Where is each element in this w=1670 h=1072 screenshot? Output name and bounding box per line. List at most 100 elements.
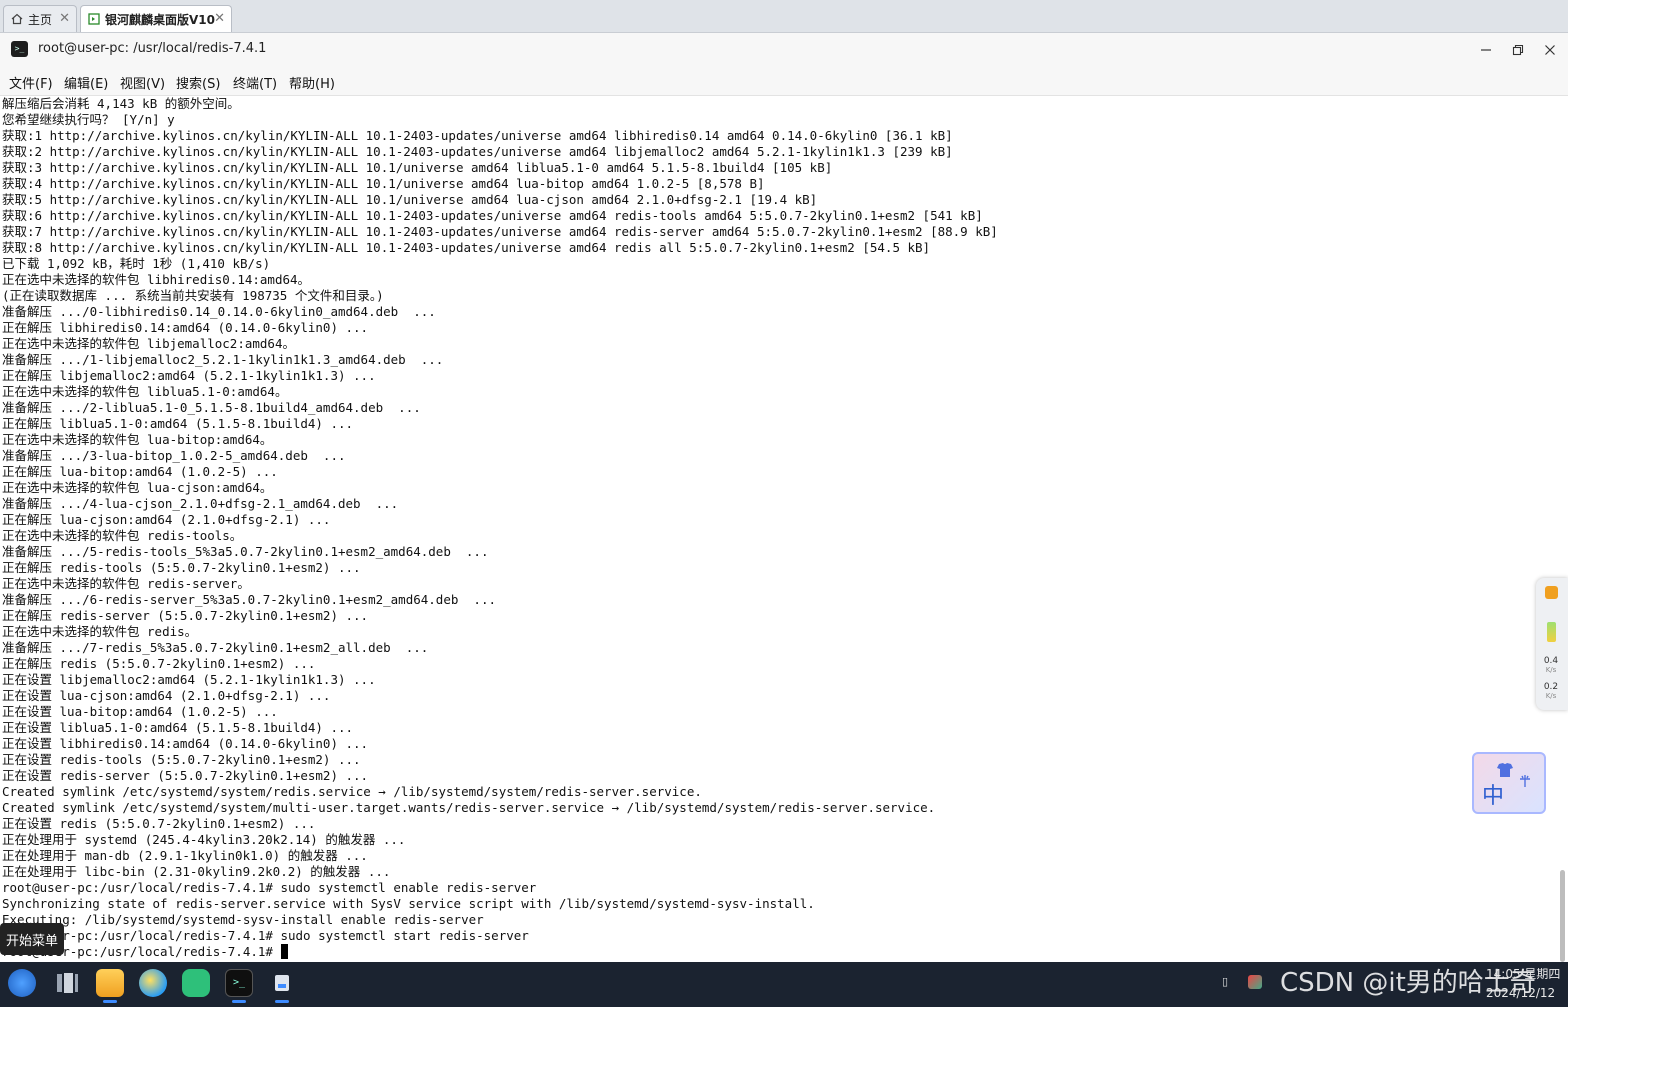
terminal-line: 获取:5 http://archive.kylinos.cn/kylin/KYL…	[2, 192, 818, 207]
home-icon	[10, 12, 24, 26]
skin-icon	[1497, 763, 1513, 777]
text-cursor	[281, 944, 289, 959]
terminal-line: 正在处理用于 libc-bin (2.31-0kylin9.2k0.2) 的触发…	[2, 864, 391, 879]
terminal-line: 正在设置 redis-tools (5:5.0.7-2kylin0.1+esm2…	[2, 752, 361, 767]
window-titlebar: >_ root@user-pc: /usr/local/redis-7.4.1	[0, 33, 1568, 67]
terminal-line: 准备解压 .../7-redis_5%3a5.0.7-2kylin0.1+esm…	[2, 640, 429, 655]
start-menu-tooltip: 开始菜单	[0, 923, 64, 955]
running-indicator	[103, 1000, 117, 1003]
window-title: root@user-pc: /usr/local/redis-7.4.1	[38, 41, 267, 56]
maximize-button[interactable]	[1506, 39, 1530, 61]
terminal-line: 正在处理用于 systemd (245.4-4kylin3.20k2.14) 的…	[2, 832, 406, 847]
monitor-icon	[275, 975, 289, 991]
tab-bar: 主页 ✕ 银河麒麟桌面版V10 ✕	[0, 0, 1568, 33]
terminal-line: 正在解压 redis-server (5:5.0.7-2kylin0.1+esm…	[2, 608, 369, 623]
tab-home[interactable]: 主页 ✕	[3, 5, 77, 32]
terminal-tab-icon	[87, 12, 101, 26]
menu-terminal[interactable]: 终端(T)	[233, 73, 277, 92]
terminal-line: 获取:7 http://archive.kylinos.cn/kylin/KYL…	[2, 224, 998, 239]
terminal-scrollbar[interactable]	[1560, 870, 1565, 962]
terminal-line: 正在选中未选择的软件包 libhiredis0.14:amd64。	[2, 272, 311, 287]
menu-bar: 文件(F) 编辑(E) 视图(V) 搜索(S) 终端(T) 帮助(H)	[0, 67, 1568, 96]
terminal-line: Synchronizing state of redis-server.serv…	[2, 896, 815, 911]
terminal-line: 获取:3 http://archive.kylinos.cn/kylin/KYL…	[2, 160, 833, 175]
terminal-line: 正在解压 libjemalloc2:amd64 (5.2.1-1kylin1k1…	[2, 368, 376, 383]
terminal-line: 正在选中未选择的软件包 liblua5.1-0:amd64。	[2, 384, 288, 399]
terminal-line: 准备解压 .../5-redis-tools_5%3a5.0.7-2kylin0…	[2, 544, 489, 559]
terminal-line: 正在解压 liblua5.1-0:amd64 (5.1.5-8.1build4)…	[2, 416, 354, 431]
terminal-line: 获取:6 http://archive.kylinos.cn/kylin/KYL…	[2, 208, 983, 223]
terminal-line: 正在选中未选择的软件包 lua-bitop:amd64。	[2, 432, 273, 447]
close-icon	[1545, 45, 1555, 55]
clock-time[interactable]: 14:05 星期四	[1486, 966, 1560, 982]
terminal-line: root@user-pc:/usr/local/redis-7.4.1#	[2, 944, 1558, 960]
system-monitor-button[interactable]	[268, 969, 296, 997]
menu-view[interactable]: 视图(V)	[120, 73, 165, 92]
start-menu-button[interactable]	[8, 969, 36, 997]
terminal-line: 正在选中未选择的软件包 redis-server。	[2, 576, 250, 591]
menu-file[interactable]: 文件(F)	[9, 73, 53, 92]
terminal-line: 准备解压 .../3-lua-bitop_1.0.2-5_amd64.deb .…	[2, 448, 346, 463]
browser-button[interactable]	[139, 969, 167, 997]
terminal-app-button[interactable]: >_	[225, 969, 253, 997]
menu-help[interactable]: 帮助(H)	[289, 73, 335, 92]
ime-mode-label: 中	[1482, 784, 1505, 809]
terminal-line: 正在设置 redis-server (5:5.0.7-2kylin0.1+esm…	[2, 768, 369, 783]
running-indicator	[232, 1000, 246, 1003]
multitask-view-button[interactable]	[53, 969, 81, 997]
terminal-line: root@user-pc:/usr/local/redis-7.4.1# sud…	[2, 880, 537, 895]
clipboard-icon[interactable]: ▯	[1218, 975, 1232, 989]
terminal-line: 已下载 1,092 kB，耗时 1秒 (1,410 kB/s)	[2, 256, 271, 271]
tab-kylin-label: 银河麒麟桌面版V10	[105, 12, 215, 27]
close-icon[interactable]: ✕	[59, 11, 70, 26]
close-button[interactable]	[1538, 39, 1562, 61]
terminal-line: 获取:1 http://archive.kylinos.cn/kylin/KYL…	[2, 128, 953, 143]
terminal-line: 获取:8 http://archive.kylinos.cn/kylin/KYL…	[2, 240, 931, 255]
terminal-line: 正在选中未选择的软件包 libjemalloc2:amd64。	[2, 336, 295, 351]
clock-date[interactable]: 2024/12/12	[1486, 986, 1555, 1000]
tab-kylin-desktop[interactable]: 银河麒麟桌面版V10 ✕	[80, 5, 232, 32]
terminal-line: 正在设置 lua-cjson:amd64 (2.1.0+dfsg-2.1) ..…	[2, 688, 331, 703]
floating-monitor-panel[interactable]: 0.4 K/s 0.2 K/s	[1536, 578, 1568, 710]
terminal-line: Executing: /lib/systemd/systemd-sysv-ins…	[2, 912, 484, 927]
half-width-icon	[1520, 775, 1530, 787]
terminal-line: 正在解压 lua-bitop:amd64 (1.0.2-5) ...	[2, 464, 278, 479]
menu-edit[interactable]: 编辑(E)	[64, 73, 108, 92]
restore-icon	[1512, 44, 1524, 56]
terminal-line: 正在解压 redis (5:5.0.7-2kylin0.1+esm2) ...	[2, 656, 316, 671]
terminal-line: 准备解压 .../6-redis-server_5%3a5.0.7-2kylin…	[2, 592, 497, 607]
minimize-button[interactable]	[1474, 39, 1498, 61]
terminal-line: 正在设置 liblua5.1-0:amd64 (5.1.5-8.1build4)…	[2, 720, 354, 735]
terminal-line: 正在解压 lua-cjson:amd64 (2.1.0+dfsg-2.1) ..…	[2, 512, 331, 527]
upload-unit: K/s	[1545, 666, 1557, 674]
terminal-line: 正在设置 redis (5:5.0.7-2kylin0.1+esm2) ...	[2, 816, 316, 831]
terminal-line: 准备解压 .../2-liblua5.1-0_5.1.5-8.1build4_a…	[2, 400, 421, 415]
terminal-line: Created symlink /etc/systemd/system/mult…	[2, 800, 936, 815]
terminal-line: 正在设置 libhiredis0.14:amd64 (0.14.0-6kylin…	[2, 736, 369, 751]
file-manager-button[interactable]	[96, 969, 124, 997]
terminal-icon: >_	[11, 41, 28, 57]
minimize-icon	[1481, 49, 1491, 51]
terminal-line: 您希望继续执行吗？ [Y/n] y	[2, 112, 175, 127]
chat-app-button[interactable]	[182, 969, 210, 997]
terminal-line: 正在选中未选择的软件包 lua-cjson:amd64。	[2, 480, 273, 495]
terminal-line: 正在解压 libhiredis0.14:amd64 (0.14.0-6kylin…	[2, 320, 369, 335]
close-icon[interactable]: ✕	[214, 11, 225, 26]
download-speed: 0.2	[1543, 682, 1559, 692]
terminal-line: 获取:2 http://archive.kylinos.cn/kylin/KYL…	[2, 144, 953, 159]
app-tray-icon[interactable]	[1248, 975, 1262, 989]
terminal-output[interactable]: 解压缩后会消耗 4,143 kB 的额外空间。 您希望继续执行吗？ [Y/n] y…	[0, 96, 1558, 962]
terminal-line: root@user-pc:/usr/local/redis-7.4.1# sud…	[2, 928, 529, 943]
terminal-line: Created symlink /etc/systemd/system/redi…	[2, 784, 702, 799]
running-indicator	[275, 1000, 289, 1003]
desktop-screen: 主页 ✕ 银河麒麟桌面版V10 ✕ >_ root@user-pc: /usr/…	[0, 0, 1568, 1007]
ime-widget[interactable]: 中	[1472, 752, 1546, 814]
terminal-line: 准备解压 .../1-libjemalloc2_5.2.1-1kylin1k1.…	[2, 352, 444, 367]
terminal-line: 正在选中未选择的软件包 redis。	[2, 624, 198, 639]
menu-search[interactable]: 搜索(S)	[176, 73, 220, 92]
terminal-line: (正在读取数据库 ... 系统当前共安装有 198735 个文件和目录。)	[2, 288, 384, 303]
terminal-line: 准备解压 .../4-lua-cjson_2.1.0+dfsg-2.1_amd6…	[2, 496, 399, 511]
terminal-line: 正在处理用于 man-db (2.9.1-1kylin0k1.0) 的触发器 .…	[2, 848, 368, 863]
tab-home-label: 主页	[28, 12, 53, 27]
battery-icon	[1547, 622, 1556, 642]
